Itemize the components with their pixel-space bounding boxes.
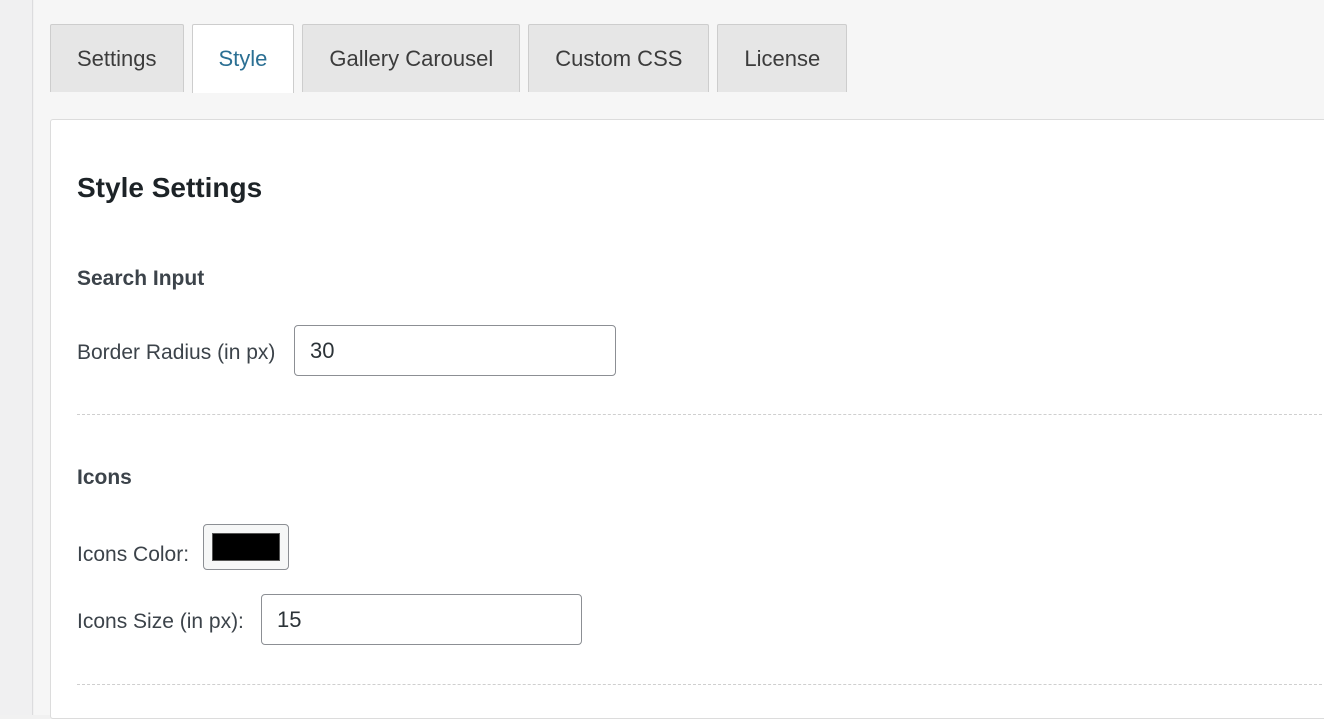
tab-settings[interactable]: Settings xyxy=(50,24,184,92)
search-input-section-title: Search Input xyxy=(77,267,204,291)
tab-gallery-carousel[interactable]: Gallery Carousel xyxy=(302,24,520,92)
panel-title: Style Settings xyxy=(77,172,262,204)
icons-size-input[interactable] xyxy=(261,594,582,645)
border-radius-input[interactable] xyxy=(294,325,616,376)
icons-color-picker[interactable] xyxy=(203,524,289,570)
tab-custom-css[interactable]: Custom CSS xyxy=(528,24,709,92)
section-divider xyxy=(77,414,1324,415)
icons-section-title: Icons xyxy=(77,466,132,490)
tab-license[interactable]: License xyxy=(717,24,847,92)
settings-tabs: Settings Style Gallery Carousel Custom C… xyxy=(50,24,855,92)
admin-sidebar-edge xyxy=(0,0,33,715)
icons-color-label: Icons Color: xyxy=(77,543,189,567)
tab-style[interactable]: Style xyxy=(192,24,295,93)
border-radius-label: Border Radius (in px) xyxy=(77,341,275,365)
section-divider xyxy=(77,684,1324,685)
color-swatch xyxy=(212,533,280,561)
settings-page: Settings Style Gallery Carousel Custom C… xyxy=(34,0,1324,715)
icons-size-label: Icons Size (in px): xyxy=(77,610,244,634)
style-settings-panel: Style Settings Search Input Border Radiu… xyxy=(50,119,1324,719)
